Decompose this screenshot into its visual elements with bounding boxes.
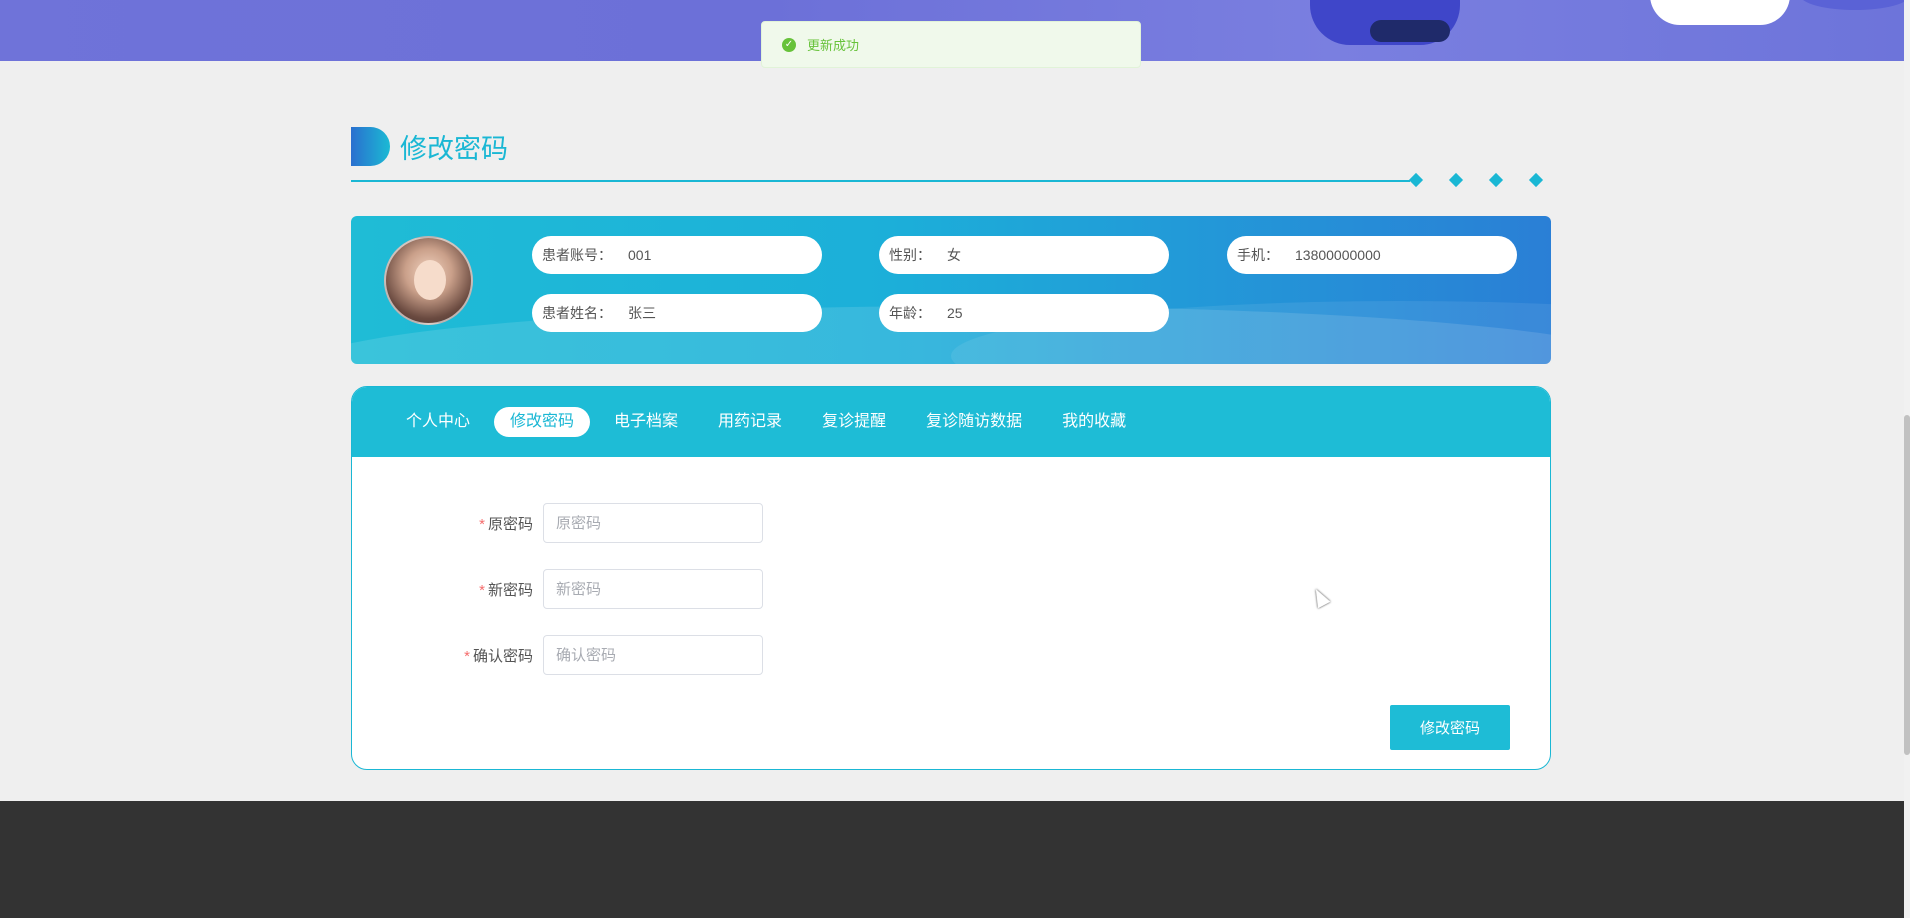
phone-info: 手机： 13800000000	[1227, 236, 1517, 274]
gender-value: 女	[947, 247, 961, 263]
tab-followup-data[interactable]: 复诊随访数据	[910, 407, 1038, 437]
age-info: 年龄： 25	[879, 294, 1169, 332]
confirm-password-input[interactable]	[543, 635, 763, 675]
title-badge-icon	[351, 126, 390, 166]
tab-personal-center[interactable]: 个人中心	[390, 407, 486, 437]
account-value: 001	[628, 247, 652, 263]
diamond-icon	[1448, 172, 1464, 188]
name-info: 患者姓名： 张三	[532, 294, 822, 332]
toast-message: 更新成功	[807, 38, 860, 53]
old-password-row: * 原密码	[352, 503, 763, 543]
banner-illustration-shape	[1800, 0, 1904, 10]
new-password-input[interactable]	[543, 569, 763, 609]
old-password-label: * 原密码	[352, 513, 543, 534]
content-panel: 个人中心 修改密码 电子档案 用药记录 复诊提醒 复诊随访数据 我的收藏 * 原密…	[351, 386, 1551, 770]
page-footer	[0, 801, 1904, 918]
new-password-row: * 新密码	[352, 569, 763, 609]
tab-favorites[interactable]: 我的收藏	[1046, 407, 1142, 437]
new-password-label: * 新密码	[352, 579, 543, 600]
age-label: 年龄：	[889, 305, 931, 321]
change-password-button[interactable]: 修改密码	[1390, 705, 1510, 750]
title-divider	[351, 180, 1410, 182]
phone-value: 13800000000	[1295, 247, 1381, 263]
account-label: 患者账号：	[542, 247, 612, 263]
phone-label: 手机：	[1237, 247, 1279, 263]
old-password-input[interactable]	[543, 503, 763, 543]
page-scrollbar[interactable]	[1904, 0, 1910, 918]
section-title: 修改密码	[351, 126, 508, 166]
confirm-password-label: * 确认密码	[352, 645, 543, 666]
profile-card: 患者账号： 001 性别： 女 手机： 13800000000 患者姓名： 张三…	[351, 216, 1551, 364]
page-title: 修改密码	[400, 133, 508, 164]
tab-bar: 个人中心 修改密码 电子档案 用药记录 复诊提醒 复诊随访数据 我的收藏	[352, 387, 1550, 457]
diamond-icon	[1408, 172, 1424, 188]
scrollbar-thumb[interactable]	[1904, 415, 1910, 755]
required-mark: *	[464, 647, 470, 665]
banner-illustration-box	[1650, 0, 1790, 25]
diamond-icon	[1488, 172, 1504, 188]
required-mark: *	[479, 581, 485, 599]
name-label: 患者姓名：	[542, 305, 612, 321]
name-value: 张三	[628, 305, 656, 321]
tab-electronic-records[interactable]: 电子档案	[598, 407, 694, 437]
tab-revisit-reminder[interactable]: 复诊提醒	[806, 407, 902, 437]
confirm-password-label-text: 确认密码	[472, 647, 533, 665]
banner-illustration-shoe	[1370, 20, 1450, 42]
confirm-password-row: * 确认密码	[352, 635, 763, 675]
age-value: 25	[947, 305, 963, 321]
avatar-face	[414, 260, 446, 300]
new-password-label-text: 新密码	[487, 581, 533, 599]
success-toast: ✓ 更新成功	[761, 21, 1141, 68]
tab-medication-records[interactable]: 用药记录	[702, 407, 798, 437]
tab-change-password[interactable]: 修改密码	[494, 407, 591, 437]
avatar	[384, 236, 473, 325]
check-circle-icon: ✓	[782, 37, 796, 52]
gender-label: 性别：	[889, 247, 931, 263]
required-mark: *	[479, 515, 485, 533]
diamond-icon	[1528, 172, 1544, 188]
old-password-label-text: 原密码	[487, 515, 533, 533]
account-info: 患者账号： 001	[532, 236, 822, 274]
gender-info: 性别： 女	[879, 236, 1169, 274]
